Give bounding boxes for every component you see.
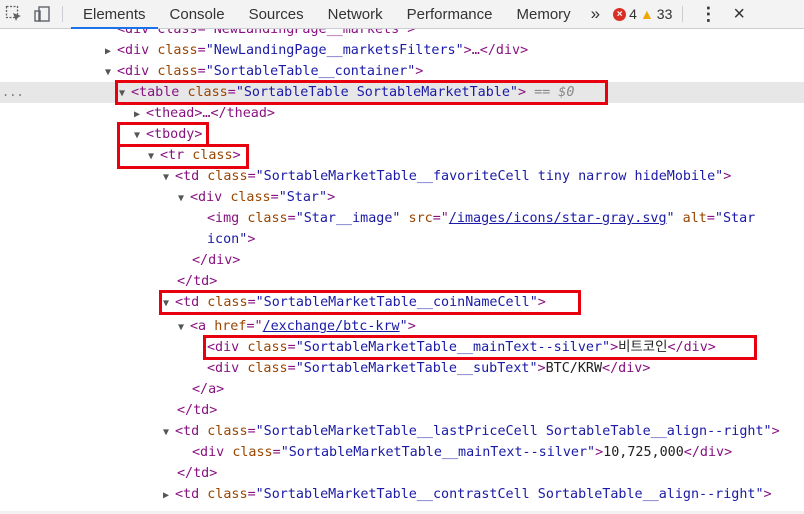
error-icon: ×: [613, 7, 627, 21]
highlight-box-tr: [117, 144, 249, 169]
issues-counter[interactable]: × 4 ▲ 33: [613, 0, 672, 28]
tree-line[interactable]: ▼ <td class="SortableMarketTable__favorit…: [163, 166, 731, 187]
href-link[interactable]: /exchange/btc-krw: [263, 319, 400, 334]
inspect-element-icon[interactable]: [0, 0, 28, 28]
tab-console[interactable]: Console: [158, 0, 237, 28]
elements-dom-tree: <div class="NewLandingPage__markets"> ▶ <…: [0, 29, 804, 514]
tree-line[interactable]: <img class="Star__image" src="/images/ic…: [207, 208, 755, 229]
customize-menu-icon[interactable]: ⋮: [693, 0, 723, 28]
tree-line[interactable]: </td>: [177, 400, 217, 421]
node-actions-ellipsis[interactable]: ...: [2, 82, 24, 103]
tab-sources[interactable]: Sources: [237, 0, 316, 28]
error-count: 4: [629, 6, 637, 22]
tree-line[interactable]: ▼ <div class="SortableTable__container">: [105, 61, 423, 82]
tree-line[interactable]: <div class="NewLandingPage__markets">: [117, 29, 415, 40]
tree-line[interactable]: ▶ <thead>…</thead>: [134, 103, 275, 124]
collapse-arrow-icon[interactable]: ▼: [163, 422, 175, 443]
highlight-box-table: [115, 80, 608, 105]
tree-line[interactable]: <div class="SortableMarketTable__mainTex…: [192, 442, 732, 463]
tree-line[interactable]: ▼ <a href="/exchange/btc-krw">: [178, 316, 416, 337]
tree-line[interactable]: </td>: [177, 463, 217, 484]
collapse-arrow-icon[interactable]: ▼: [178, 317, 190, 338]
collapse-arrow-icon[interactable]: ▼: [178, 188, 190, 209]
tree-line[interactable]: ▼ <div class="Star">: [178, 187, 335, 208]
tree-line[interactable]: ▶ <td class="SortableMarketTable__contras…: [163, 484, 772, 505]
tree-line[interactable]: </a>: [192, 379, 224, 400]
expand-arrow-icon[interactable]: ▶: [163, 485, 175, 506]
tree-line[interactable]: ▼ <td class="SortableMarketTable__lastPri…: [163, 421, 780, 442]
tab-memory[interactable]: Memory: [505, 0, 583, 28]
toolbar-divider: [62, 6, 63, 22]
warning-icon: ▲: [639, 6, 654, 22]
market-pair-text: BTC/KRW: [545, 361, 603, 376]
tree-line[interactable]: icon">: [207, 229, 255, 250]
tab-network[interactable]: Network: [316, 0, 395, 28]
image-src-link[interactable]: /images/icons/star-gray.svg: [449, 211, 667, 226]
tree-line[interactable]: </td>: [177, 271, 217, 292]
tab-performance[interactable]: Performance: [395, 0, 505, 28]
tree-line[interactable]: <div class="SortableMarketTable__subText…: [207, 358, 650, 379]
tab-elements[interactable]: Elements: [71, 0, 158, 29]
highlight-box-coin-name-cell: [159, 290, 581, 315]
close-devtools-icon[interactable]: ×: [723, 0, 749, 28]
more-tabs-button[interactable]: »: [583, 0, 605, 28]
devtools-toolbar: Elements Console Sources Network Perform…: [0, 0, 804, 29]
collapse-arrow-icon[interactable]: ▼: [163, 167, 175, 188]
last-price-text: 10,725,000: [603, 445, 684, 460]
tree-line[interactable]: </div>: [192, 250, 240, 271]
expand-arrow-icon[interactable]: ▶: [105, 41, 117, 62]
highlight-box-main-text: [203, 335, 757, 360]
tree-line[interactable]: ▶ <div class="NewLandingPage__marketsFilt…: [105, 40, 528, 61]
warning-count: 33: [656, 6, 673, 22]
toolbar-divider: [682, 6, 684, 22]
device-toolbar-icon[interactable]: [28, 0, 56, 28]
